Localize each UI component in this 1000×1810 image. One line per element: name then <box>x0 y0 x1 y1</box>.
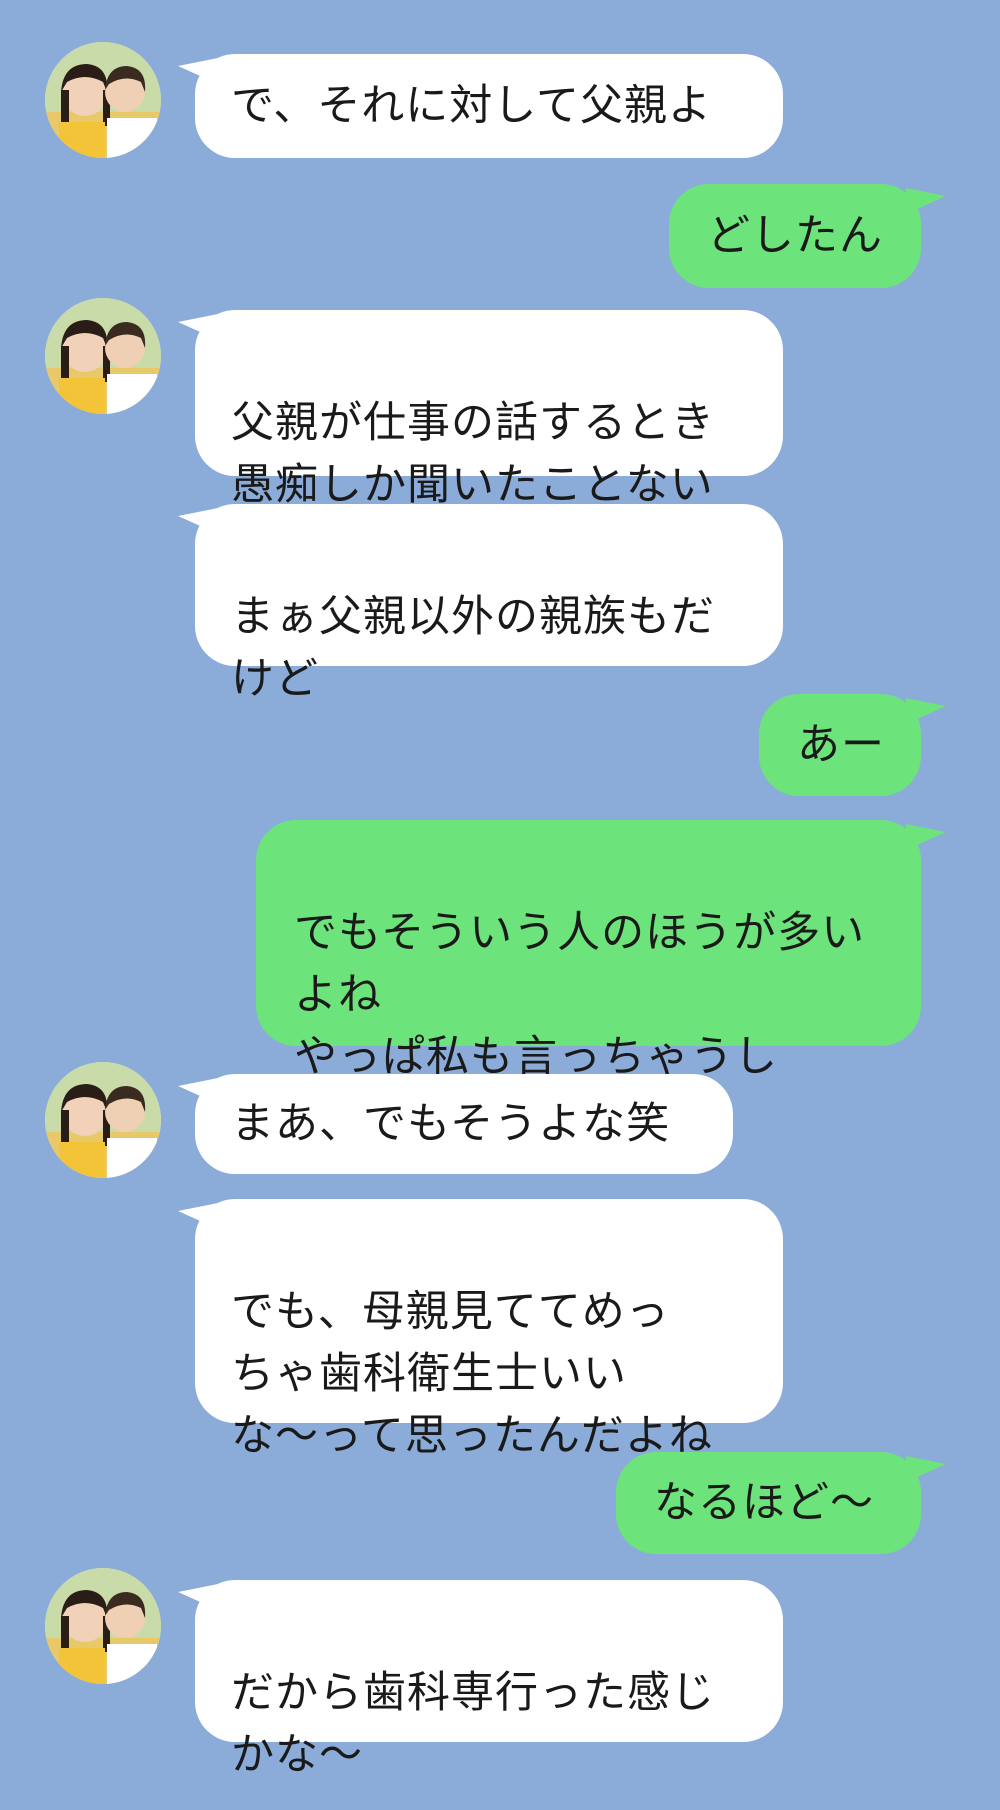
message-text: でもそういう人のほうが多い よね やっぱ私も言っちゃうし <box>294 908 866 1082</box>
message-bubble-outgoing[interactable]: あー <box>759 694 921 796</box>
message-bubble-incoming[interactable]: だから歯科専行った感じ かな〜 <box>195 1580 783 1780</box>
message-text: 父親が仕事の話するとき 愚痴しか聞いたことない <box>231 398 715 510</box>
contact-avatar[interactable] <box>45 1062 161 1178</box>
message-bubble-outgoing[interactable]: どしたん <box>669 184 921 288</box>
message-bubble-incoming[interactable]: まぁ父親以外の親族もだ けど <box>195 504 783 704</box>
message-text: まぁ父親以外の親族もだ けど <box>231 592 715 704</box>
message-bubble-outgoing[interactable]: でもそういう人のほうが多い よね やっぱ私も言っちゃうし <box>256 820 921 1082</box>
message-bubble-incoming[interactable]: でも、母親見ててめっ ちゃ歯科衛生士いい な〜って思ったんだよね <box>195 1199 783 1461</box>
message-text: でも、母親見ててめっ ちゃ歯科衛生士いい な〜って思ったんだよね <box>231 1287 713 1461</box>
message-bubble-outgoing[interactable]: なるほど〜 <box>616 1452 921 1554</box>
message-text: なるほど〜 <box>654 1478 874 1528</box>
contact-avatar[interactable] <box>45 1568 161 1684</box>
message-bubble-incoming[interactable]: で、それに対して父親よ <box>195 54 783 158</box>
message-text: あー <box>797 720 885 770</box>
two-people-photo-icon <box>45 298 161 414</box>
message-text: どしたん <box>707 211 883 261</box>
message-bubble-incoming[interactable]: まあ、でもそうよな笑 <box>195 1074 733 1174</box>
message-text: まあ、でもそうよな笑 <box>231 1099 671 1149</box>
message-text: で、それに対して父親よ <box>231 81 712 131</box>
message-bubble-incoming[interactable]: 父親が仕事の話するとき 愚痴しか聞いたことない <box>195 310 783 510</box>
two-people-photo-icon <box>45 1568 161 1684</box>
two-people-photo-icon <box>45 42 161 158</box>
contact-avatar[interactable] <box>45 42 161 158</box>
message-text: だから歯科専行った感じ かな〜 <box>231 1668 715 1780</box>
two-people-photo-icon <box>45 1062 161 1178</box>
contact-avatar[interactable] <box>45 298 161 414</box>
